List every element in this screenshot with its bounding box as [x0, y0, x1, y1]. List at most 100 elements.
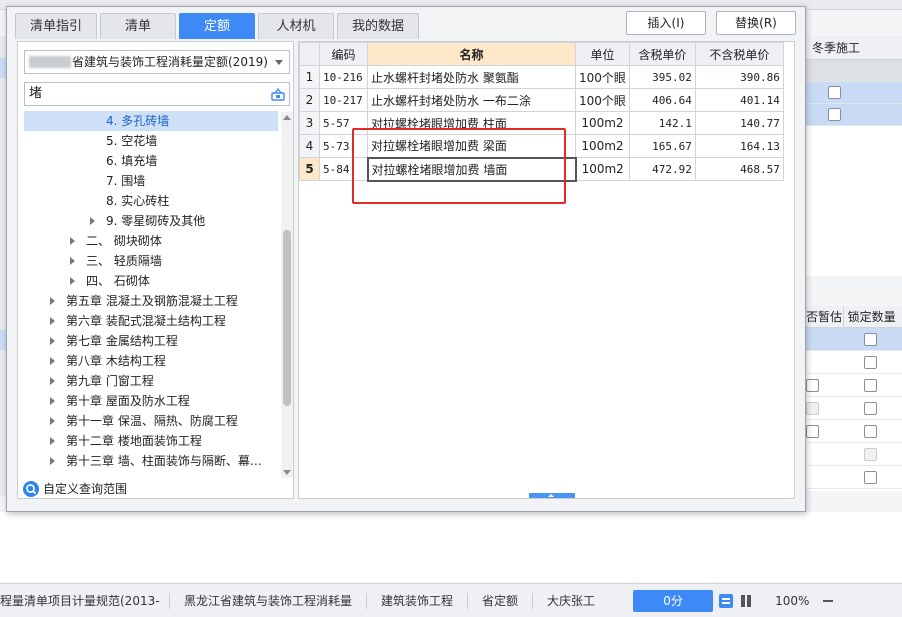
scroll-up-icon[interactable] — [283, 115, 291, 120]
code-cell[interactable]: 10-217 — [319, 88, 368, 112]
background-row[interactable] — [806, 374, 902, 397]
scroll-down-icon[interactable] — [283, 470, 291, 475]
name-cell[interactable]: 对拉螺栓堵眼增加费 墙面 — [366, 156, 577, 182]
chevron-down-icon[interactable] — [275, 60, 283, 65]
tree-node[interactable]: 三、 轻质隔墙 — [24, 251, 278, 271]
name-cell[interactable]: 对拉螺栓堵眼增加费 梁面 — [367, 134, 576, 158]
quota-search-input[interactable]: 堵 — [24, 82, 290, 106]
tree-node[interactable]: 4. 多孔砖墙 — [24, 111, 278, 131]
row-index[interactable]: 4 — [299, 134, 320, 158]
tree-scrollbar[interactable] — [281, 112, 293, 478]
lock-quantity-checkbox[interactable] — [864, 356, 877, 369]
lock-quantity-checkbox[interactable] — [864, 402, 877, 415]
tree-node[interactable]: 8. 实心砖柱 — [24, 191, 278, 211]
tree-node[interactable]: 第十三章 墙、柱面装饰与隔断、幕… — [24, 451, 278, 471]
winter-construction-checkbox[interactable] — [828, 108, 841, 121]
row-index[interactable]: 3 — [299, 111, 320, 135]
tab-bill-guide[interactable]: 清单指引 — [15, 13, 98, 39]
notax-price-cell[interactable]: 401.14 — [694, 88, 784, 112]
chevron-right-icon[interactable] — [70, 257, 75, 265]
tab-quota[interactable]: 定额 — [179, 13, 256, 39]
name-column-header[interactable]: 名称 — [367, 42, 576, 66]
row-index[interactable]: 5 — [299, 157, 320, 181]
provisional-checkbox[interactable] — [806, 379, 819, 392]
tax-price-cell[interactable]: 142.1 — [628, 111, 696, 135]
background-row[interactable] — [806, 466, 902, 489]
row-index[interactable]: 2 — [299, 88, 320, 112]
unit-cell[interactable]: 100m2 — [575, 134, 630, 158]
lock-quantity-checkbox[interactable] — [864, 471, 877, 484]
chevron-right-icon[interactable] — [50, 417, 55, 425]
lock-quantity-checkbox[interactable] — [864, 425, 877, 438]
list-view-icon[interactable] — [719, 593, 734, 608]
table-row[interactable]: 3 5-57 对拉螺栓堵眼增加费 柱面 100m2 142.1 140.77 — [299, 111, 784, 135]
chevron-right-icon[interactable] — [70, 277, 75, 285]
chevron-right-icon[interactable] — [50, 377, 55, 385]
tree-node[interactable]: 第十一章 保温、隔热、防腐工程 — [24, 411, 278, 431]
background-row[interactable] — [806, 328, 902, 351]
chevron-right-icon[interactable] — [50, 337, 55, 345]
tree-node[interactable]: 第七章 金属结构工程 — [24, 331, 278, 351]
background-row[interactable] — [806, 443, 902, 466]
row-index[interactable]: 1 — [299, 65, 320, 89]
tree-node[interactable]: 第九章 门窗工程 — [24, 371, 278, 391]
code-cell[interactable]: 5-73 — [319, 134, 368, 158]
replace-button[interactable]: 替换(R) — [716, 11, 796, 35]
provisional-checkbox[interactable] — [806, 425, 819, 438]
code-column-header[interactable]: 编码 — [319, 42, 368, 66]
background-row[interactable] — [806, 397, 902, 420]
tree-node[interactable]: 四、 石砌体 — [24, 271, 278, 291]
code-cell[interactable]: 10-216 — [319, 65, 368, 89]
name-cell[interactable]: 止水螺杆封堵处防水 聚氨酯 — [367, 65, 576, 89]
table-row[interactable]: 2 10-217 止水螺杆封堵处防水 一布二涂 100个眼 406.64 401.14 — [299, 88, 784, 112]
zoom-out-icon[interactable] — [823, 599, 834, 602]
chevron-right-icon[interactable] — [50, 397, 55, 405]
score-indicator[interactable]: 0分 — [633, 589, 714, 612]
notax-price-cell[interactable]: 390.86 — [694, 65, 784, 89]
unit-cell[interactable]: 100m2 — [575, 111, 630, 135]
code-cell[interactable]: 5-84 — [319, 157, 368, 181]
tax-price-cell[interactable]: 472.92 — [628, 157, 696, 181]
tax-price-cell[interactable]: 406.64 — [628, 88, 696, 112]
insert-button[interactable]: 插入(I) — [626, 11, 706, 35]
tax-price-cell[interactable]: 165.67 — [628, 134, 696, 158]
tab-bill[interactable]: 清单 — [100, 13, 177, 39]
tree-node[interactable]: 第六章 装配式混凝土结构工程 — [24, 311, 278, 331]
background-row[interactable] — [806, 82, 902, 104]
notax-price-cell[interactable]: 164.13 — [694, 134, 784, 158]
tree-node[interactable]: 6. 填充墙 — [24, 151, 278, 171]
tax-price-cell[interactable]: 395.02 — [628, 65, 696, 89]
lock-quantity-checkbox[interactable] — [864, 333, 877, 346]
table-row[interactable]: 4 5-73 对拉螺栓堵眼增加费 梁面 100m2 165.67 164.13 — [299, 134, 784, 158]
unit-cell[interactable]: 100m2 — [575, 157, 630, 181]
quota-library-select[interactable]: 省建筑与装饰工程消耗量定额(2019) — [24, 50, 290, 74]
table-row[interactable]: 5 5-84 对拉螺栓堵眼增加费 墙面 100m2 472.92 468.57 — [299, 156, 784, 182]
chevron-right-icon[interactable] — [70, 237, 75, 245]
chevron-up-icon[interactable] — [548, 494, 554, 497]
background-row[interactable] — [806, 351, 902, 374]
tree-node[interactable]: 9. 零星砌砖及其他 — [24, 211, 278, 231]
table-row[interactable]: 1 10-216 止水螺杆封堵处防水 聚氨酯 100个眼 395.02 390.86 — [299, 65, 784, 89]
tax-price-column-header[interactable]: 含税单价 — [628, 42, 696, 66]
chevron-right-icon[interactable] — [50, 297, 55, 305]
notax-price-column-header[interactable]: 不含税单价 — [694, 42, 784, 66]
tree-node[interactable]: 5. 空花墙 — [24, 131, 278, 151]
code-cell[interactable]: 5-57 — [319, 111, 368, 135]
search-filter-icon[interactable] — [271, 87, 285, 101]
tree-node[interactable]: 第五章 混凝土及钢筋混凝土工程 — [24, 291, 278, 311]
winter-construction-checkbox[interactable] — [828, 86, 841, 99]
tree-node[interactable]: 第十章 屋面及防水工程 — [24, 391, 278, 411]
notax-price-cell[interactable]: 140.77 — [694, 111, 784, 135]
tree-node[interactable]: 7. 围墙 — [24, 171, 278, 191]
tree-node[interactable]: 二、 砌块砌体 — [24, 231, 278, 251]
unit-column-header[interactable]: 单位 — [575, 42, 630, 66]
unit-cell[interactable]: 100个眼 — [575, 88, 630, 112]
tree-node[interactable]: 第八章 木结构工程 — [24, 351, 278, 371]
chevron-right-icon[interactable] — [50, 357, 55, 365]
tree-node[interactable]: 第十二章 楼地面装饰工程 — [24, 431, 278, 451]
chevron-right-icon[interactable] — [50, 457, 55, 465]
tab-my-data[interactable]: 我的数据 — [337, 13, 420, 39]
name-cell[interactable]: 止水螺杆封堵处防水 一布二涂 — [367, 88, 576, 112]
chevron-right-icon[interactable] — [90, 217, 95, 225]
name-cell[interactable]: 对拉螺栓堵眼增加费 柱面 — [367, 111, 576, 135]
